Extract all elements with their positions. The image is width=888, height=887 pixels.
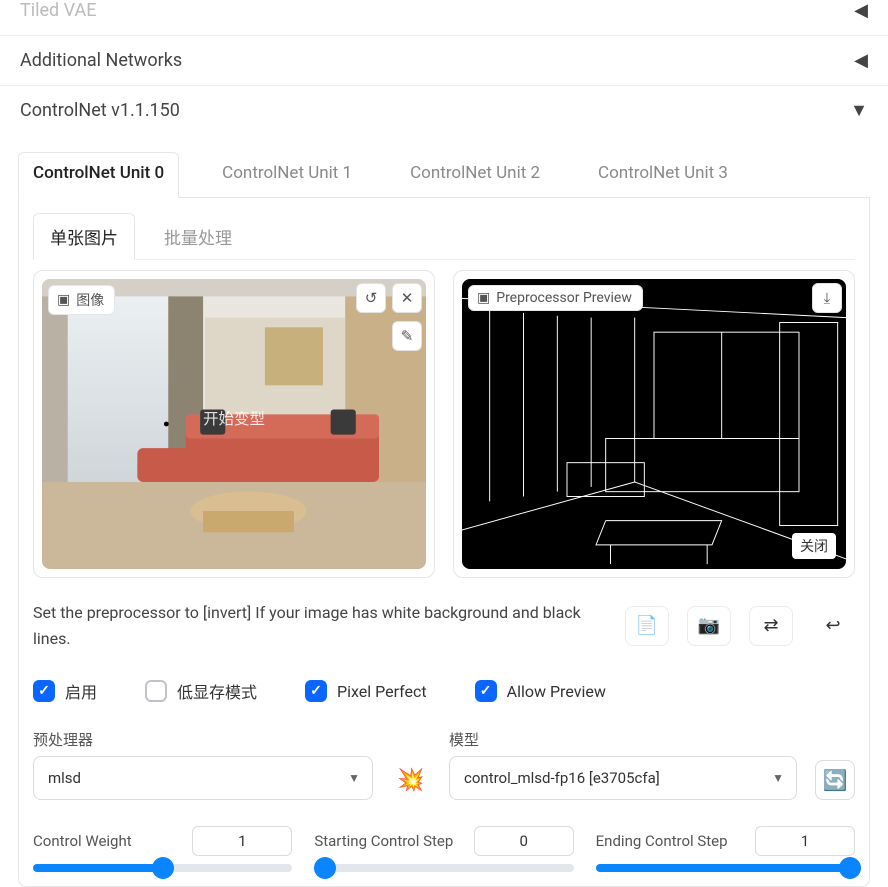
- hint-text: Set the preprocessor to [invert] If your…: [33, 600, 607, 651]
- return-icon: ↩: [825, 615, 840, 636]
- camera-icon: 📷: [698, 615, 720, 636]
- checkbox-enable[interactable]: ✓ 启用: [33, 679, 97, 703]
- image-icon: ▣: [477, 290, 490, 306]
- preview-image[interactable]: 关闭: [462, 279, 846, 569]
- chevron-left-icon: ◀: [854, 0, 868, 21]
- unit-tabs: ControlNet Unit 0 ControlNet Unit 1 Cont…: [18, 151, 870, 198]
- accordion-controlnet[interactable]: ControlNet v1.1.150 ▼: [0, 86, 888, 135]
- checkbox-icon: [145, 680, 167, 702]
- image-label-chip: ▣ 图像: [48, 285, 115, 315]
- checkbox-lowvram[interactable]: 低显存模式: [145, 679, 257, 703]
- start-step-label: Starting Control Step: [314, 832, 453, 850]
- controlnet-panel: ControlNet Unit 0 ControlNet Unit 1 Cont…: [0, 135, 888, 887]
- accordion-title: Tiled VAE: [20, 0, 96, 21]
- image-icon: ▣: [57, 292, 70, 308]
- model-label: 模型: [449, 729, 797, 750]
- checkbox-icon: ✓: [475, 680, 497, 702]
- end-step-label: Ending Control Step: [596, 832, 728, 850]
- explosion-icon: 💥: [397, 768, 424, 793]
- download-button[interactable]: ⤓: [812, 283, 842, 313]
- checkbox-allow-preview[interactable]: ✓ Allow Preview: [475, 680, 606, 702]
- start-step-value[interactable]: 0: [474, 826, 574, 856]
- tab-single-image[interactable]: 单张图片: [33, 213, 135, 260]
- close-preview-button[interactable]: 关闭: [792, 533, 836, 559]
- control-weight-slider[interactable]: [33, 864, 292, 872]
- image-overlay-text: 开始变型: [203, 410, 265, 428]
- send-back-button[interactable]: ↩: [811, 606, 855, 646]
- tab-unit-2[interactable]: ControlNet Unit 2: [395, 152, 555, 198]
- unit-body: 单张图片 批量处理 ▣ 图像 ↺ ✕ ✎: [18, 198, 870, 887]
- model-select[interactable]: control_mlsd-fp16 [e3705cfa] ▼: [449, 756, 797, 800]
- preprocessor-select[interactable]: mlsd ▼: [33, 756, 373, 800]
- tab-batch[interactable]: 批量处理: [147, 213, 249, 260]
- refresh-models-button[interactable]: 🔄: [815, 760, 855, 800]
- end-step-slider[interactable]: [596, 864, 855, 872]
- chevron-left-icon: ◀: [854, 50, 868, 71]
- input-mode-tabs: 单张图片 批量处理: [33, 212, 855, 260]
- tab-unit-3[interactable]: ControlNet Unit 3: [583, 152, 743, 198]
- slider-thumb[interactable]: [152, 857, 174, 879]
- edit-button[interactable]: ✎: [392, 321, 422, 351]
- clear-button[interactable]: ✕: [392, 283, 422, 313]
- checkbox-icon: ✓: [33, 680, 55, 702]
- swap-icon: ⇄: [763, 615, 778, 636]
- accordion-title: Additional Networks: [20, 50, 182, 71]
- accordion-title: ControlNet v1.1.150: [20, 100, 180, 121]
- caret-down-icon: ▼: [348, 771, 360, 785]
- accordion-additional-networks[interactable]: Additional Networks ◀: [0, 36, 888, 86]
- control-weight-label: Control Weight: [33, 832, 132, 850]
- tab-unit-0[interactable]: ControlNet Unit 0: [18, 152, 179, 198]
- input-image-card: ▣ 图像 ↺ ✕ ✎: [33, 270, 435, 578]
- document-icon: 📄: [636, 615, 658, 636]
- chevron-down-icon: ▼: [850, 100, 868, 121]
- caret-down-icon: ▼: [772, 771, 784, 785]
- end-step-value[interactable]: 1: [755, 826, 855, 856]
- swap-dims-button[interactable]: ⇄: [749, 606, 793, 646]
- preview-image-card: ▣ Preprocessor Preview ⤓: [453, 270, 855, 578]
- start-step-slider[interactable]: [314, 864, 573, 872]
- checkbox-icon: ✓: [305, 680, 327, 702]
- refresh-icon: 🔄: [823, 768, 848, 792]
- slider-thumb[interactable]: [839, 857, 861, 879]
- preview-label-chip: ▣ Preprocessor Preview: [468, 285, 643, 311]
- tab-unit-1[interactable]: ControlNet Unit 1: [207, 152, 367, 198]
- accordion-tiled-vae[interactable]: Tiled VAE ◀: [0, 0, 888, 36]
- undo-button[interactable]: ↺: [356, 283, 386, 313]
- new-canvas-button[interactable]: 📄: [625, 606, 669, 646]
- checkbox-pixel-perfect[interactable]: ✓ Pixel Perfect: [305, 680, 427, 702]
- run-preprocessor-button[interactable]: 💥: [391, 760, 431, 800]
- control-weight-value[interactable]: 1: [192, 826, 292, 856]
- slider-thumb[interactable]: [314, 857, 336, 879]
- preprocessor-label: 预处理器: [33, 729, 373, 750]
- webcam-button[interactable]: 📷: [687, 606, 731, 646]
